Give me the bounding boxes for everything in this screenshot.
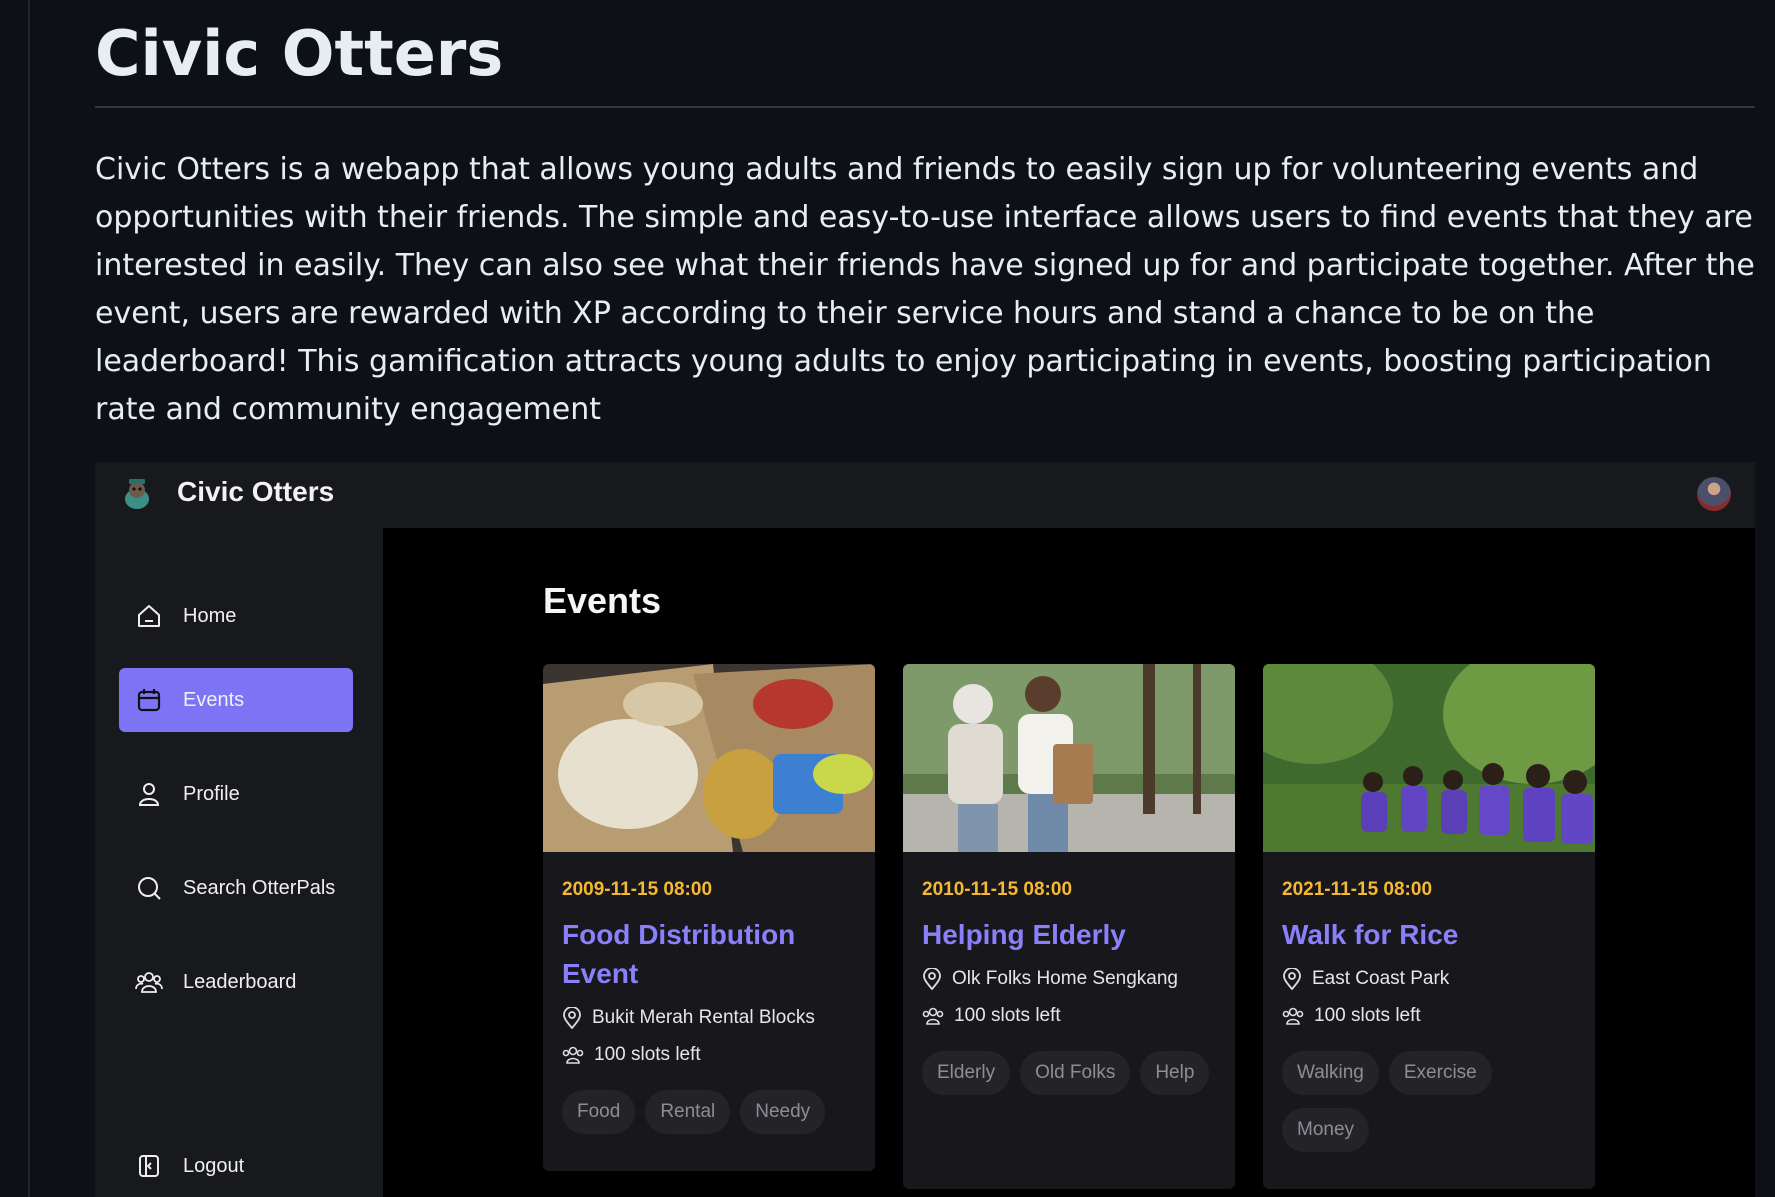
- event-image: [903, 664, 1235, 852]
- event-location-text: Olk Folks Home Sengkang: [952, 968, 1178, 989]
- location-pin-icon: [923, 968, 941, 990]
- page-title: Events: [543, 580, 662, 621]
- event-tag[interactable]: Old Folks: [1020, 1051, 1131, 1095]
- event-location-text: East Coast Park: [1312, 968, 1450, 989]
- logout-button[interactable]: Logout: [119, 1134, 353, 1197]
- event-card[interactable]: 2010-11-15 08:00 Helping Elderly Olk Fol…: [903, 664, 1235, 1189]
- event-slots: 100 slots left: [562, 1042, 875, 1068]
- event-title[interactable]: Food Distribution Event: [562, 915, 856, 993]
- avatar[interactable]: [1697, 477, 1731, 511]
- event-title[interactable]: Helping Elderly: [922, 915, 1216, 954]
- event-tag[interactable]: Exercise: [1388, 1051, 1492, 1095]
- event-tag[interactable]: Elderly: [922, 1051, 1011, 1095]
- sidebar-item-leaderboard[interactable]: Leaderboard: [119, 950, 353, 1014]
- app-topbar: Civic Otters: [95, 462, 1755, 528]
- event-tag[interactable]: Help: [1140, 1051, 1210, 1095]
- event-location: Olk Folks Home Sengkang: [922, 966, 1235, 992]
- event-tag[interactable]: Rental: [645, 1090, 731, 1134]
- sidebar: Home Events Profile Search OtterPals Lea…: [95, 528, 383, 1197]
- readme: Civic Otters Civic Otters is a webapp th…: [95, 0, 1755, 434]
- event-tags: Elderly Old Folks Help: [922, 1051, 1222, 1108]
- logout-label: Logout: [183, 1154, 245, 1177]
- event-image: [543, 664, 875, 852]
- sidebar-item-label: Search OtterPals: [183, 876, 336, 899]
- sidebar-item-events[interactable]: Events: [119, 668, 353, 732]
- event-date: 2009-11-15 08:00: [562, 879, 713, 900]
- user-icon: [135, 780, 163, 808]
- event-slots-text: 100 slots left: [1314, 1005, 1421, 1026]
- event-slots-text: 100 slots left: [954, 1005, 1061, 1026]
- readme-title: Civic Otters: [95, 0, 1755, 108]
- app-screenshot: Civic Otters Home Events Profile Search …: [95, 462, 1755, 1197]
- event-card[interactable]: 2021-11-15 08:00 Walk for Rice East Coas…: [1263, 664, 1595, 1189]
- users-icon: [562, 1046, 584, 1064]
- readme-description: Civic Otters is a webapp that allows you…: [95, 152, 1755, 427]
- event-slots-text: 100 slots left: [594, 1044, 701, 1065]
- event-tag[interactable]: Needy: [740, 1090, 826, 1134]
- location-pin-icon: [563, 1007, 581, 1029]
- sidebar-item-home[interactable]: Home: [119, 584, 353, 648]
- sidebar-item-search-otterpals[interactable]: Search OtterPals: [119, 856, 353, 920]
- sidebar-item-label: Profile: [183, 782, 240, 805]
- event-date: 2021-11-15 08:00: [1282, 879, 1433, 900]
- event-image: [1263, 664, 1595, 852]
- event-location: East Coast Park: [1282, 966, 1595, 992]
- gutter-rule: [28, 0, 30, 1197]
- event-title[interactable]: Walk for Rice: [1282, 915, 1576, 954]
- event-slots: 100 slots left: [1282, 1003, 1595, 1029]
- users-icon: [1282, 1007, 1304, 1025]
- event-location: Bukit Merah Rental Blocks: [562, 1005, 875, 1031]
- event-tag[interactable]: Food: [562, 1090, 636, 1134]
- users-icon: [922, 1007, 944, 1025]
- home-icon: [135, 602, 163, 630]
- event-location-text: Bukit Merah Rental Blocks: [592, 1007, 815, 1028]
- users-icon: [135, 968, 163, 996]
- calendar-icon: [135, 686, 163, 714]
- event-tag[interactable]: Walking: [1282, 1051, 1379, 1095]
- location-pin-icon: [1283, 968, 1301, 990]
- logout-icon: [135, 1152, 163, 1180]
- sidebar-item-label: Home: [183, 604, 237, 627]
- sidebar-item-label: Events: [183, 688, 245, 711]
- event-tag[interactable]: Money: [1282, 1108, 1370, 1152]
- event-slots: 100 slots left: [922, 1003, 1235, 1029]
- event-tags: Walking Exercise Money: [1282, 1051, 1582, 1165]
- event-tags: Food Rental Needy: [562, 1090, 862, 1147]
- event-date: 2010-11-15 08:00: [922, 879, 1073, 900]
- main-content: Events 2009-11-15 08:00 Food Distributio…: [383, 528, 1755, 1197]
- app-brand[interactable]: Civic Otters: [177, 476, 334, 508]
- otter-logo-icon: [125, 479, 149, 509]
- sidebar-item-profile[interactable]: Profile: [119, 762, 353, 826]
- search-icon: [135, 874, 163, 902]
- event-card[interactable]: 2009-11-15 08:00 Food Distribution Event…: [543, 664, 875, 1171]
- sidebar-item-label: Leaderboard: [183, 970, 297, 993]
